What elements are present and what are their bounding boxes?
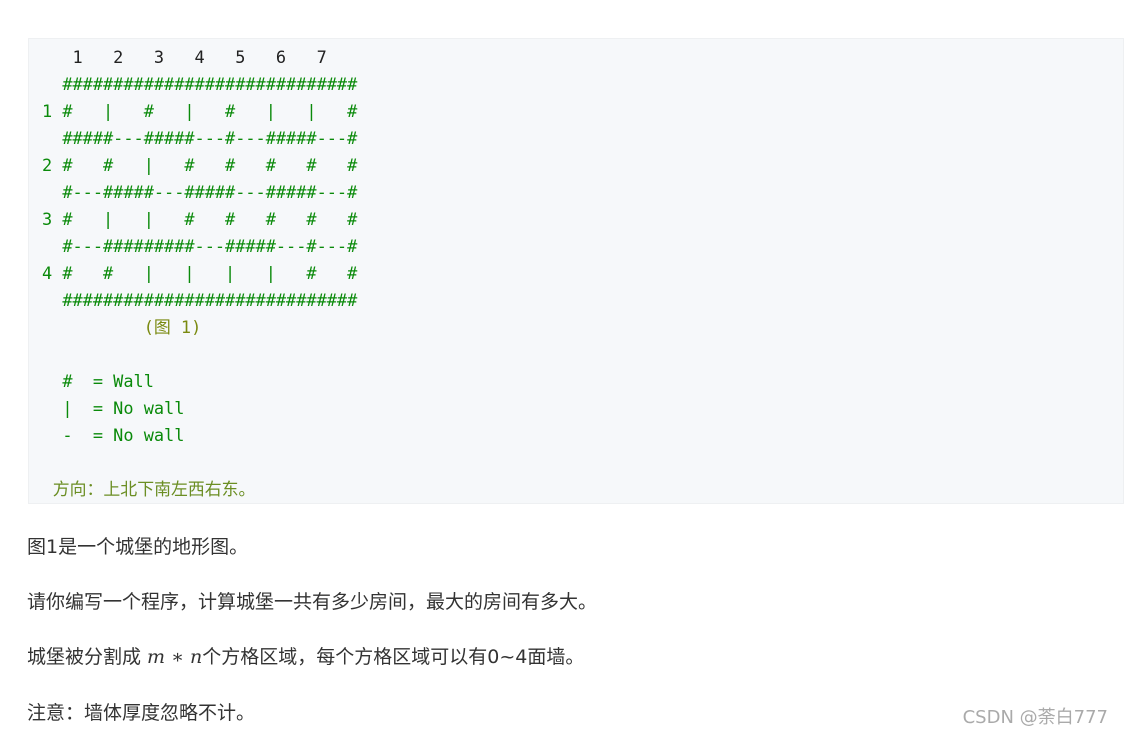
text: 城堡被分割成: [27, 646, 148, 668]
text: 个方格区域，每个方格区域可以有0~4面墙。: [202, 646, 585, 668]
paragraph-task: 请你编写一个程序，计算城堡一共有多少房间，最大的房间有多大。: [27, 591, 598, 613]
legend-no-wall-line: | = No wall: [42, 398, 185, 418]
code-line: 1 # | # | # | | #: [42, 101, 358, 121]
column-numbers-line: 1 2 3 4 5 6 7: [42, 47, 327, 67]
math-expression: m ∗ n: [147, 646, 203, 668]
code-line: #####---#####---#---#####---#: [42, 128, 358, 148]
watermark: CSDN @荼白777: [962, 707, 1108, 728]
code-line: #############################: [42, 290, 358, 310]
castle-map-code: 1 2 3 4 5 6 7 ##########################…: [42, 44, 357, 503]
paragraph-grid: 城堡被分割成 m ∗ n个方格区域，每个方格区域可以有0~4面墙。: [27, 642, 584, 669]
code-line: 4 # # | | | | # #: [42, 263, 358, 283]
code-block: 1 2 3 4 5 6 7 ##########################…: [28, 38, 1124, 504]
code-line: #############################: [42, 74, 358, 94]
paragraph-note: 注意：墙体厚度忽略不计。: [27, 702, 256, 724]
paragraph-figure-caption: 图1是一个城堡的地形图。: [27, 536, 249, 558]
direction-line: 方向：上北下南左西右东。: [42, 479, 256, 499]
legend-no-wall-line: - = No wall: [42, 425, 185, 445]
code-line: #---#########---#####---#---#: [42, 236, 358, 256]
figure-caption-line: (图 1): [42, 317, 202, 337]
legend-wall-line: # = Wall: [42, 371, 154, 391]
code-line: 3 # | | # # # # #: [42, 209, 358, 229]
code-line: #---#####---#####---#####---#: [42, 182, 358, 202]
code-line: 2 # # | # # # # #: [42, 155, 358, 175]
